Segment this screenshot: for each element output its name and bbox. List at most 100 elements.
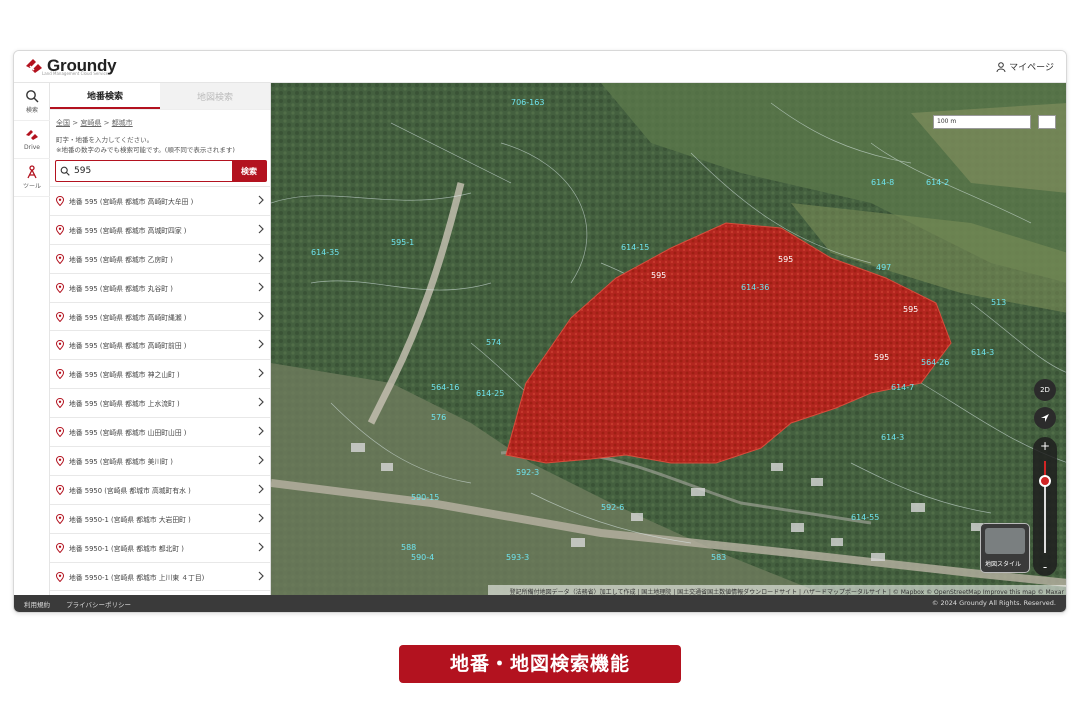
chevron-right-icon — [258, 513, 264, 525]
result-item[interactable]: 地番 5950-1 (宮崎県 都城市 大岩田町 ) — [50, 505, 270, 534]
parcel-label: 614-55 — [851, 513, 880, 522]
panel-tabs: 地番検索 地図検索 — [50, 83, 270, 110]
result-item[interactable]: 地番 595 (宮崎県 都城市 山田町山田 ) — [50, 418, 270, 448]
copyright: © 2024 Groundy All Rights. Reserved. — [931, 599, 1056, 607]
parcel-label: 614-3 — [881, 433, 905, 442]
location-pin-icon — [56, 398, 64, 409]
parcel-label: 576 — [431, 413, 447, 422]
breadcrumb-item[interactable]: 全国 — [56, 119, 70, 127]
result-list: 地番 595 (宮崎県 都城市 高崎町大牟田 ) 地番 595 (宮崎県 都城市 … — [50, 186, 270, 592]
result-item[interactable]: 地番 5950-1 (宮崎県 都城市 上川東 ４丁目) — [50, 563, 270, 592]
mypage-link[interactable]: マイページ — [996, 60, 1054, 73]
parcel-label: 590-15 — [411, 493, 440, 502]
parcel-label: 614-7 — [891, 383, 915, 392]
parcel-label: 574 — [486, 338, 502, 347]
result-item[interactable]: 地番 595 (宮崎県 都城市 美川町 ) — [50, 447, 270, 476]
chevron-right-icon — [258, 253, 264, 265]
result-item[interactable]: 地番 595 (宮崎県 都城市 丸谷町 ) — [50, 274, 270, 303]
result-item[interactable]: 地番 595 (宮崎県 都城市 高崎町前田 ) — [50, 331, 270, 361]
breadcrumb-item[interactable]: 宮崎県 — [80, 119, 101, 127]
parcel-label: 564-26 — [921, 358, 950, 367]
result-item[interactable]: 地番 595 (宮崎県 都城市 乙房町 ) — [50, 245, 270, 274]
zoom-out-button[interactable]: - — [1033, 560, 1057, 574]
chevron-right-icon — [258, 311, 264, 323]
tab-lot-search[interactable]: 地番検索 — [50, 83, 160, 109]
icon-rail: 検索 Drive ツール — [14, 83, 50, 597]
location-pin-icon — [56, 282, 64, 293]
result-label: 地番 595 (宮崎県 都城市 高崎町縄瀬 ) — [69, 313, 187, 322]
parcel-label: 614-3 — [971, 348, 995, 357]
highlight-parcel-label: 595 — [778, 255, 794, 264]
rail-item-tool[interactable]: ツール — [14, 159, 50, 197]
breadcrumb-item[interactable]: 都城市 — [112, 119, 133, 127]
location-pin-icon — [56, 253, 64, 264]
map-style-button[interactable]: 地図スタイル — [980, 523, 1030, 573]
hint-line: 町字・地番を入力してください。 — [56, 136, 154, 144]
highlight-parcel-label: 595 — [903, 305, 919, 314]
parcel-label: 614-25 — [476, 389, 505, 398]
footer-privacy-link[interactable]: プライバシーポリシー — [66, 601, 131, 609]
search-button[interactable]: 検索 — [232, 161, 266, 181]
parcel-label: 614-15 — [621, 243, 650, 252]
view-2d-button[interactable]: 2D — [1034, 379, 1056, 401]
zoom-knob[interactable] — [1039, 475, 1051, 487]
map-style-label: 地図スタイル — [985, 561, 1022, 568]
location-pin-icon — [56, 195, 64, 206]
result-item[interactable]: 地番 595 (宮崎県 都城市 高崎町大牟田 ) — [50, 187, 270, 216]
search-icon — [26, 90, 39, 103]
rail-item-search[interactable]: 検索 — [14, 83, 50, 121]
scale-bar: 100 m — [933, 115, 1031, 129]
breadcrumb: 全国 > 宮崎県 > 都城市 — [56, 119, 133, 127]
result-item[interactable]: 地番 595 (宮崎県 都城市 高崎町縄瀬 ) — [50, 303, 270, 332]
search-panel: 地番検索 地図検索 全国 > 宮崎県 > 都城市 町字・地番を入力してください。… — [50, 83, 271, 597]
rail-item-drive[interactable]: Drive — [14, 121, 50, 159]
location-pin-icon — [56, 427, 64, 438]
result-label: 地番 5950-1 (宮崎県 都城市 都北町 ) — [69, 544, 184, 553]
user-icon — [996, 61, 1006, 72]
compass-icon — [1041, 414, 1049, 422]
parcel-label: 706-163 — [511, 98, 545, 107]
footer-terms-link[interactable]: 利用規約 — [24, 601, 50, 609]
zoom-slider[interactable]: + - — [1033, 437, 1057, 576]
result-item[interactable]: 地番 595 (宮崎県 都城市 神之山町 ) — [50, 360, 270, 390]
result-label: 地番 595 (宮崎県 都城市 高城町四家 ) — [69, 226, 187, 235]
drive-icon — [26, 130, 38, 140]
result-item[interactable]: 地番 595 (宮崎県 都城市 上水流町 ) — [50, 389, 270, 419]
map-view[interactable]: 706-163 614-2 614-15 614-35 614-36 595-1 564-1… — [271, 83, 1066, 597]
search-input[interactable] — [74, 161, 232, 181]
compass-button[interactable] — [1034, 407, 1056, 429]
search-icon — [56, 161, 74, 181]
header: Groundy Land Management Cloud Service マイ… — [14, 51, 1066, 83]
search-hint: 町字・地番を入力してください。 ※地番の数字のみでも検索可能です。(順不同で表示… — [50, 128, 270, 155]
chevron-right-icon — [258, 426, 264, 438]
highlight-parcel-label: 595 — [651, 271, 667, 280]
mypage-label: マイページ — [1009, 63, 1054, 73]
result-item[interactable]: 地番 595 (宮崎県 都城市 高城町四家 ) — [50, 216, 270, 245]
result-item[interactable]: 地番 5950 (宮崎県 都城市 高城町有水 ) — [50, 476, 270, 505]
location-pin-icon — [56, 571, 64, 582]
result-item[interactable]: 地番 5950-1 (宮崎県 都城市 都北町 ) — [50, 534, 270, 563]
chevron-right-icon — [258, 339, 264, 351]
parcel-label: 614-2 — [926, 178, 950, 187]
result-label: 地番 595 (宮崎県 都城市 高崎町前田 ) — [69, 342, 187, 351]
tab-map-search[interactable]: 地図検索 — [160, 83, 270, 109]
rail-label-drive: Drive — [24, 144, 40, 151]
parcel-label: 497 — [876, 263, 892, 272]
result-label: 地番 595 (宮崎県 都城市 美川町 ) — [69, 457, 173, 466]
parcel-label: 593-3 — [506, 553, 530, 562]
location-pin-icon — [56, 455, 64, 466]
chevron-right-icon — [258, 397, 264, 409]
rail-label-tool: ツール — [22, 183, 41, 190]
chevron-right-icon — [258, 455, 264, 467]
location-pin-icon — [56, 369, 64, 380]
scale-toggle-button[interactable] — [1038, 115, 1056, 129]
parcel-label: 614-8 — [871, 178, 895, 187]
location-pin-icon — [56, 224, 64, 235]
parcel-label: 588 — [401, 543, 417, 552]
chevron-right-icon — [258, 571, 264, 583]
map-style-thumbnail — [985, 528, 1025, 554]
location-pin-icon — [56, 542, 64, 553]
parcel-label: 592-6 — [601, 503, 625, 512]
highlight-parcel-label: 595 — [874, 353, 890, 362]
zoom-in-button[interactable]: + — [1033, 439, 1057, 453]
